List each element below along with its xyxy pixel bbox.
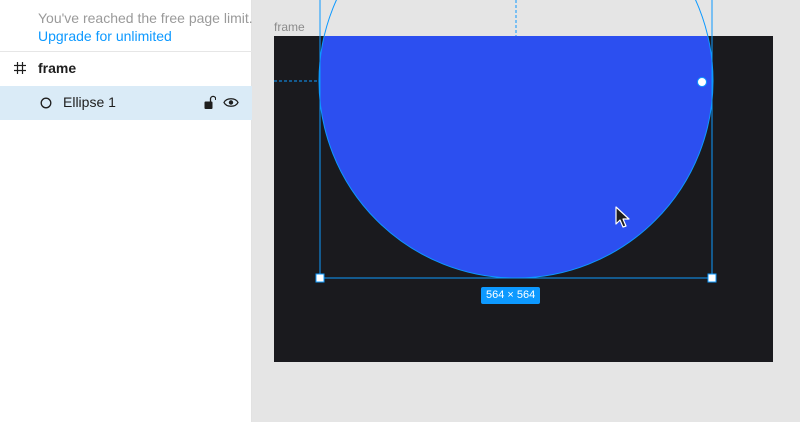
- layer-label-frame: frame: [38, 60, 77, 76]
- app-root: You've reached the free page limit. Upgr…: [0, 0, 800, 422]
- page-limit-notice: You've reached the free page limit.: [38, 10, 253, 26]
- eye-icon[interactable]: [223, 96, 239, 109]
- unlock-icon[interactable]: [204, 95, 216, 110]
- arc-handle[interactable]: [697, 77, 707, 87]
- resize-handle-bottom-right[interactable]: [707, 273, 717, 283]
- resize-handle-bottom-left[interactable]: [315, 273, 325, 283]
- canvas-area[interactable]: frame 564 × 564: [253, 0, 800, 422]
- layer-item-ellipse[interactable]: Ellipse 1: [0, 86, 252, 120]
- layer-label-ellipse: Ellipse 1: [63, 94, 116, 110]
- frame-hash-icon: [14, 62, 26, 74]
- upgrade-link[interactable]: Upgrade for unlimited: [38, 28, 172, 45]
- frame-name-label[interactable]: frame: [274, 20, 305, 34]
- layers-panel: You've reached the free page limit. Upgr…: [0, 0, 253, 422]
- dimension-badge: 564 × 564: [481, 287, 541, 304]
- ellipse-icon: [40, 97, 52, 109]
- layer-item-frame[interactable]: frame: [0, 52, 252, 86]
